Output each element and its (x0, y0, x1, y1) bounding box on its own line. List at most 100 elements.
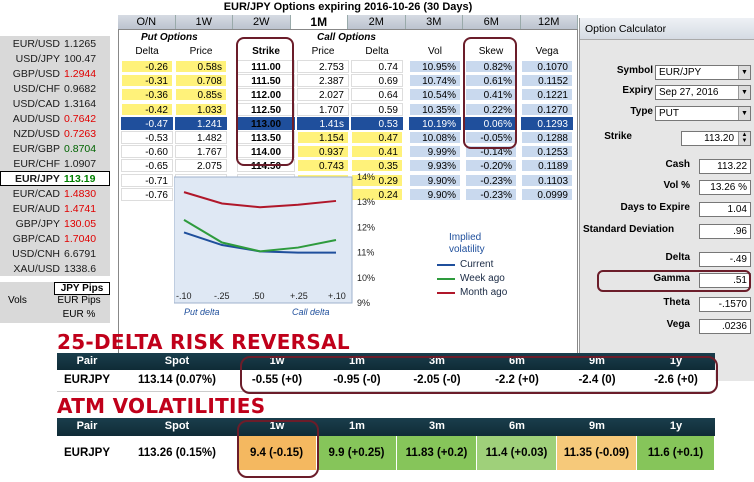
pair-rate: 113.19 (63, 172, 96, 185)
legend-label: Current (460, 259, 494, 270)
cell-put-price: 1.033 (175, 102, 227, 116)
pair-rate: 1.4741 (64, 202, 97, 215)
pair-name: EUR/CHF (13, 157, 60, 170)
cell-call-price: 0.743 (297, 159, 349, 173)
skew-highlight-oval (463, 37, 517, 149)
cell-vol: 9.90% (409, 173, 461, 187)
legend-label: Month ago (460, 287, 508, 298)
cell-call-price: 2.027 (297, 88, 349, 102)
pair-row[interactable]: EUR/CHF 1.0907 (0, 156, 110, 171)
cash-field[interactable]: 113.22 (699, 159, 751, 174)
atm-col-header: 9m (589, 420, 605, 432)
pair-rate: 130.05 (64, 217, 97, 230)
pair-name: AUD/USD (12, 112, 60, 125)
tab-tenor[interactable]: 12M (520, 15, 578, 29)
pair-row[interactable]: EUR/JPY 113.19 (0, 171, 110, 186)
pair-row[interactable]: GBP/USD 1.2944 (0, 66, 110, 81)
cell-vol: 10.95% (409, 60, 461, 73)
cell-vega: 0.1221 (521, 88, 573, 102)
legend-title: Implied volatility (449, 232, 485, 255)
pair-rate: 0.8704 (64, 142, 97, 155)
call-options-header: Call Options (317, 32, 376, 43)
risk_reversal-cell: 113.14 (0.07%) (137, 374, 216, 386)
cell-call-delta: 0.47 (351, 131, 403, 144)
cell-call-delta: 0.74 (351, 60, 403, 73)
pair-rate: 0.7642 (64, 112, 97, 125)
cell-call-delta: 0.69 (351, 74, 403, 88)
tab-tenor[interactable]: 3M (405, 15, 463, 29)
pair-row[interactable]: XAU/USD 1338.6 (0, 261, 110, 276)
vega-label: Vega (666, 319, 690, 330)
cell-vega: 0.1270 (521, 102, 573, 116)
pair-row[interactable]: EUR/AUD 1.4741 (0, 201, 110, 216)
pair-row[interactable]: GBP/JPY 130.05 (0, 216, 110, 231)
days-label: Days to Expire (620, 202, 690, 213)
symbol-label: Symbol (616, 65, 653, 76)
pair-row[interactable]: USD/CHF 0.9682 (0, 81, 110, 96)
pair-rate: 0.7263 (64, 127, 97, 140)
option-row[interactable]: -0.65 2.075 114.50 0.743 0.35 9.93% -0.20% 0.11… (119, 159, 577, 173)
y-tick-label: 13% (357, 197, 375, 207)
chevron-down-icon: ▼ (738, 86, 750, 99)
cell-put-delta: -0.26 (121, 60, 173, 73)
pair-row[interactable]: USD/CAD 1.3164 (0, 96, 110, 111)
vols-label: Vols (8, 295, 27, 306)
vol-field[interactable]: 13.26 % (699, 180, 751, 195)
tab-tenor[interactable]: 1W (175, 15, 233, 29)
pair-row[interactable]: USD/JPY 100.47 (0, 51, 110, 66)
atm-header-row: Pair Spot 1w 1m 3m 6m 9m 1y (57, 418, 715, 436)
eur-percent-option[interactable]: EUR % (48, 309, 110, 323)
y-tick-label: 14% (357, 173, 375, 182)
pair-name: GBP/USD (12, 67, 60, 80)
pair-row[interactable]: GBP/CAD 1.7040 (0, 231, 110, 246)
col-put-price: Price (189, 46, 213, 57)
type-label: Type (630, 106, 653, 117)
strike-stepper[interactable]: 113.20 ▲ ▼ (681, 131, 751, 146)
pair-row[interactable]: EUR/CAD 1.4830 (0, 186, 110, 201)
expiry-select[interactable]: Sep 27, 2016 ▼ (655, 85, 751, 100)
pair-row[interactable]: EUR/GBP 0.8704 (0, 141, 110, 156)
legend-swatch (437, 277, 455, 280)
days-field[interactable]: 1.04 (699, 202, 751, 217)
pair-rate: 1.3164 (64, 97, 97, 110)
atm-cell: 11.83 (+0.2) (397, 436, 477, 470)
stepper-arrows-icon[interactable]: ▲ ▼ (738, 132, 750, 145)
x-group-put-delta: Put delta (184, 307, 220, 317)
x-tick-label: -.10 (176, 291, 192, 301)
cell-call-delta: 0.59 (351, 102, 403, 116)
put-options-header: Put Options (141, 32, 198, 43)
eur-pips-option[interactable]: EUR Pips (48, 295, 110, 309)
legend-swatch (437, 291, 455, 294)
cell-call-price: 1.154 (297, 131, 349, 144)
pair-name: GBP/JPY (15, 217, 60, 230)
col-vol: Vol (428, 46, 442, 57)
tab-tenor[interactable]: O/N (118, 15, 176, 29)
tab-tenor[interactable]: 1M (290, 15, 348, 29)
jpy-pips-button[interactable]: JPY Pips (54, 282, 110, 295)
tab-tenor[interactable]: 2M (348, 15, 406, 29)
pair-row[interactable]: USD/CNH 6.6791 (0, 246, 110, 261)
x-tick-label: +.25 (290, 291, 308, 301)
cell-put-delta: -0.31 (121, 74, 173, 88)
cell-vega: 0.1293 (521, 116, 573, 130)
symbol-select[interactable]: EUR/JPY ▼ (655, 65, 751, 80)
atm-1w-highlight-oval (237, 420, 319, 478)
type-select[interactable]: PUT ▼ (655, 106, 751, 121)
pair-row[interactable]: AUD/USD 0.7642 (0, 111, 110, 126)
cell-put-delta: -0.76 (121, 187, 173, 201)
atm-title: ATM VOLATILITIES (57, 394, 266, 418)
pair-name: EUR/GBP (12, 142, 60, 155)
risk_reversal-col-header: Pair (76, 355, 98, 367)
cell-vega: 0.1253 (521, 145, 573, 159)
sd-field: .96 (699, 224, 751, 239)
cell-put-price: 1.767 (175, 145, 227, 159)
sd-highlight-oval (597, 270, 751, 292)
pair-name: USD/CAD (12, 97, 60, 110)
tab-tenor[interactable]: 2W (233, 15, 291, 29)
y-tick-label: 10% (357, 273, 375, 283)
tab-tenor[interactable]: 6M (463, 15, 521, 29)
legend-item: Month ago (437, 287, 547, 298)
pair-row[interactable]: NZD/USD 0.7263 (0, 126, 110, 141)
pair-row[interactable]: EUR/USD 1.1265 (0, 36, 110, 51)
cell-put-price: 1.482 (175, 131, 227, 144)
